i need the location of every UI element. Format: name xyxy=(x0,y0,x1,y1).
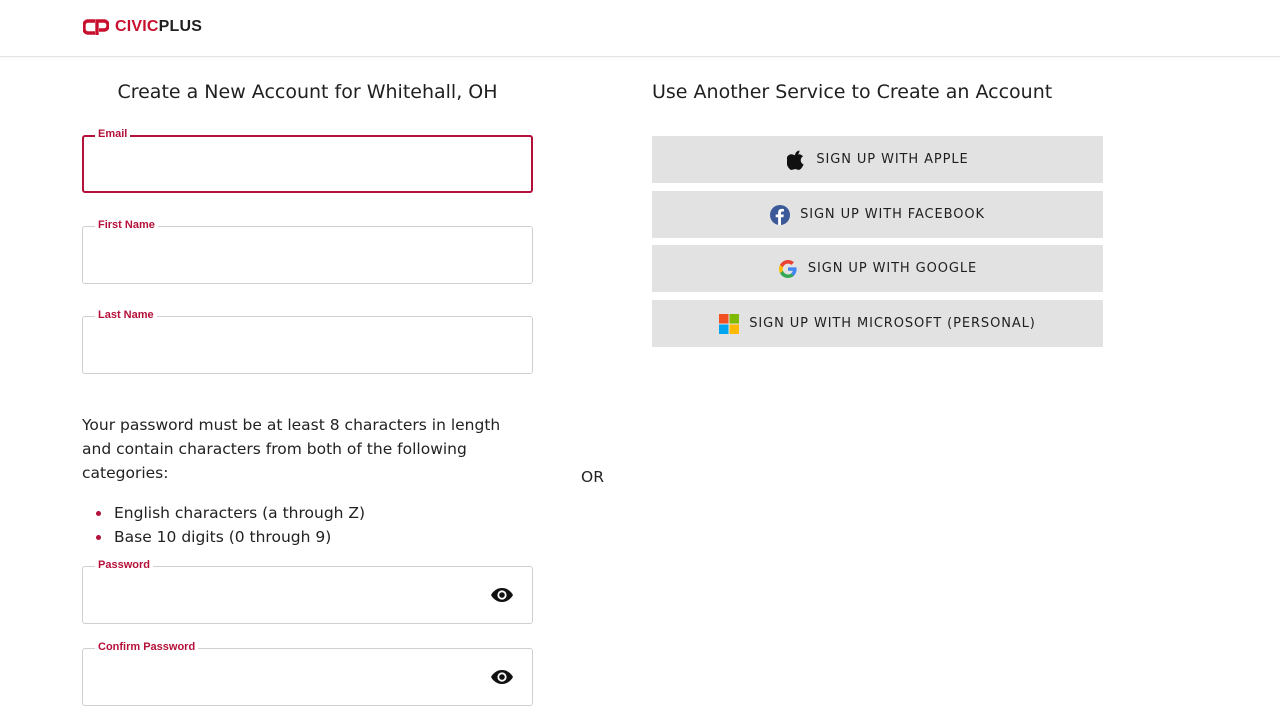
first-name-field[interactable]: First Name xyxy=(82,217,533,284)
sign-up-apple-button[interactable]: SIGN UP WITH APPLE xyxy=(652,136,1103,183)
brand-name-secondary: PLUS xyxy=(158,18,203,35)
sign-up-microsoft-label: SIGN UP WITH MICROSOFT (PERSONAL) xyxy=(749,316,1036,331)
last-name-input[interactable] xyxy=(97,335,487,361)
show-password-eye-icon[interactable] xyxy=(490,586,514,604)
list-item: Base 10 digits (0 through 9) xyxy=(82,525,365,549)
create-account-title: Create a New Account for Whitehall, OH xyxy=(117,81,498,103)
password-field[interactable]: Password xyxy=(82,557,533,624)
list-item: English characters (a through Z) xyxy=(82,501,365,525)
email-field[interactable]: Email xyxy=(82,126,533,193)
sign-up-facebook-button[interactable]: SIGN UP WITH FACEBOOK xyxy=(652,191,1103,238)
sign-up-google-button[interactable]: SIGN UP WITH GOOGLE xyxy=(652,245,1103,292)
sign-up-microsoft-button[interactable]: SIGN UP WITH MICROSOFT (PERSONAL) xyxy=(652,300,1103,347)
google-icon xyxy=(778,259,798,279)
first-name-input[interactable] xyxy=(97,245,487,271)
sign-up-google-label: SIGN UP WITH GOOGLE xyxy=(807,261,978,276)
civicplus-logo[interactable]: CIVICPLUS xyxy=(83,17,202,37)
apple-icon xyxy=(786,150,806,170)
facebook-icon xyxy=(770,204,791,225)
show-confirm-password-eye-icon[interactable] xyxy=(490,668,514,686)
civicplus-logo-mark-icon xyxy=(83,19,109,35)
microsoft-icon xyxy=(719,313,740,334)
top-bar: CIVICPLUS xyxy=(0,0,1280,57)
password-requirements-text: Your password must be at least 8 charact… xyxy=(82,416,501,482)
confirm-password-input[interactable] xyxy=(97,667,487,693)
confirm-password-label: Confirm Password xyxy=(95,639,199,655)
last-name-field[interactable]: Last Name xyxy=(82,307,533,374)
password-input[interactable] xyxy=(97,585,487,611)
or-divider: OR xyxy=(581,468,604,486)
password-label: Password xyxy=(95,557,153,573)
sign-up-apple-label: SIGN UP WITH APPLE xyxy=(816,152,969,167)
brand-name-primary: CIVIC xyxy=(115,18,159,35)
first-name-label: First Name xyxy=(95,217,158,233)
password-requirements-list: English characters (a through Z) Base 10… xyxy=(82,501,365,549)
sign-up-facebook-label: SIGN UP WITH FACEBOOK xyxy=(800,207,985,222)
other-service-title: Use Another Service to Create an Account xyxy=(652,81,1053,103)
last-name-label: Last Name xyxy=(95,307,157,323)
email-input[interactable] xyxy=(98,155,488,181)
confirm-password-field[interactable]: Confirm Password xyxy=(82,639,533,706)
brand-name: CIVICPLUS xyxy=(115,17,202,37)
email-label: Email xyxy=(95,126,131,142)
